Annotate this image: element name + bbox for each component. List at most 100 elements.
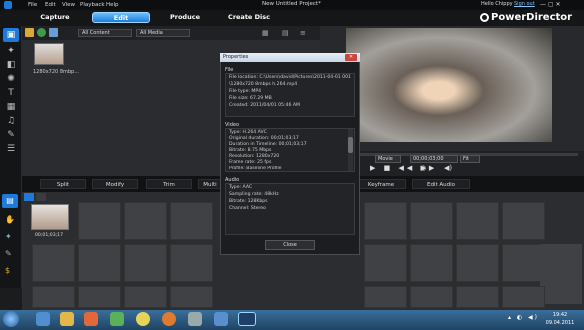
ie-taskbar-icon[interactable] <box>36 312 50 326</box>
modify-button[interactable]: Modify <box>92 179 138 189</box>
split-button[interactable]: Split <box>40 179 86 189</box>
preview-video <box>346 28 552 142</box>
close-button[interactable]: Close <box>265 240 315 250</box>
storyboard-slot[interactable] <box>456 244 499 282</box>
tab-create-disc[interactable]: Create Disc <box>225 12 273 23</box>
timecode-field[interactable]: 00;00;03;00 <box>410 155 458 163</box>
timeline-clip-label: 00;01;03;17 <box>35 233 64 238</box>
video-bitrate: Bitrate: 8.75 Mbps <box>229 148 272 153</box>
track-video-icon[interactable] <box>24 193 34 201</box>
menu-file[interactable]: File <box>28 1 37 9</box>
storyboard-slot[interactable] <box>364 286 407 308</box>
scrollbar-thumb[interactable] <box>348 137 353 153</box>
timeline-clip[interactable] <box>31 204 69 230</box>
grid-view-icon[interactable]: ▦ <box>262 29 269 37</box>
menu-edit[interactable]: Edit <box>45 1 56 9</box>
storyboard-slot[interactable] <box>540 244 582 304</box>
chrome-taskbar-icon[interactable] <box>136 312 150 326</box>
particle-room-icon[interactable]: ✺ <box>3 72 19 86</box>
storyboard-slot[interactable] <box>124 286 167 308</box>
storyboard-slot[interactable] <box>364 202 407 240</box>
firefox-taskbar-icon[interactable] <box>162 312 176 326</box>
storyboard-slot[interactable] <box>502 244 545 282</box>
user-greeting: Hello Chippy <box>481 1 513 7</box>
storyboard-slot[interactable] <box>32 286 75 308</box>
storyboard-slot[interactable] <box>410 286 453 308</box>
hand-icon[interactable]: ✋ <box>5 215 15 224</box>
menu-playback[interactable]: Playback <box>80 1 105 9</box>
storyboard-slot[interactable] <box>170 286 213 308</box>
storyboard-slot[interactable] <box>364 244 407 282</box>
audio-bitrate: Bitrate: 128Kbps <box>229 199 268 204</box>
snapshot-icon[interactable]: ◉ <box>420 164 426 172</box>
mode-select[interactable]: Movie <box>375 155 401 163</box>
storyboard-slot[interactable] <box>78 286 121 308</box>
tab-edit[interactable]: Edit <box>92 12 150 23</box>
tab-capture[interactable]: Capture <box>30 12 80 23</box>
storyboard-slot[interactable] <box>456 286 499 308</box>
download-media-icon[interactable] <box>37 28 46 37</box>
volume-icon[interactable]: ◀) <box>444 164 452 172</box>
dollar-icon[interactable]: $ <box>5 266 10 275</box>
storyboard-slot[interactable] <box>124 202 167 240</box>
video-profile: Profile: Baseline Profile <box>229 166 282 171</box>
dialog-title: Properties <box>220 53 360 62</box>
storyboard-view-icon[interactable]: ▤ <box>2 194 18 208</box>
media-room-icon[interactable]: ▣ <box>3 28 19 42</box>
magic-icon[interactable]: ✦ <box>5 232 12 241</box>
menu-view[interactable]: View <box>62 1 75 9</box>
close-icon[interactable]: ✕ <box>345 54 357 61</box>
storyboard-slot[interactable] <box>124 244 167 282</box>
storyboard-slot[interactable] <box>456 202 499 240</box>
playback-buttons[interactable]: ▶ ■ ◀◀ ▶▶ <box>370 164 437 172</box>
media-player-taskbar-icon[interactable] <box>84 312 98 326</box>
tools-icon[interactable]: ✎ <box>5 249 12 258</box>
menu-help[interactable]: Help <box>106 1 119 9</box>
storyboard-slot[interactable] <box>410 244 453 282</box>
pen-taskbar-icon[interactable] <box>188 312 202 326</box>
storyboard-slot[interactable] <box>78 202 121 240</box>
powerdirector-taskbar-icon[interactable] <box>238 312 256 326</box>
tray-clock[interactable]: 19:42 09.04.2011 <box>544 311 576 327</box>
tab-produce[interactable]: Produce <box>160 12 210 23</box>
keyframe-button[interactable]: Keyframe <box>356 179 406 189</box>
media-thumbnail[interactable] <box>34 43 64 65</box>
window-controls[interactable]: — ▢ ✕ <box>540 1 561 8</box>
storyboard-slot[interactable] <box>410 202 453 240</box>
multi-button[interactable]: Multi <box>198 179 222 189</box>
capture-icon[interactable] <box>49 28 58 37</box>
storyboard-slot[interactable] <box>170 202 213 240</box>
storyboard-slot[interactable] <box>32 244 75 282</box>
fit-select[interactable]: Fit <box>460 155 480 163</box>
trim-button[interactable]: Trim <box>146 179 192 189</box>
track-audio-icon[interactable] <box>36 193 46 201</box>
chapter-room-icon[interactable]: ☰ <box>3 142 19 156</box>
app-taskbar-icon[interactable] <box>110 312 124 326</box>
import-media-icon[interactable] <box>25 28 34 37</box>
storyboard-slot[interactable] <box>502 202 545 240</box>
voice-over-icon[interactable]: ✎ <box>3 128 19 142</box>
tray-icons[interactable]: ▴ ◐ ◀) <box>508 314 539 321</box>
title-room-icon[interactable]: T <box>3 86 19 100</box>
edit-audio-button[interactable]: Edit Audio <box>412 179 470 189</box>
paint-taskbar-icon[interactable] <box>214 312 228 326</box>
tray-date: 09.04.2011 <box>545 320 575 326</box>
menu-icon[interactable]: ≡ <box>300 29 306 37</box>
video-frame-rate: Frame rate: 25 fps <box>229 160 272 165</box>
pip-room-icon[interactable]: ◧ <box>3 58 19 72</box>
storyboard-slot[interactable] <box>170 244 213 282</box>
audio-mixing-icon[interactable]: ♫ <box>3 114 19 128</box>
storyboard-slot[interactable] <box>78 244 121 282</box>
storyboard-slot[interactable] <box>502 286 545 308</box>
window-title: New Untitled Project* <box>262 1 321 7</box>
app-brand: PowerDirector <box>491 12 573 23</box>
folder-icon[interactable]: ▤ <box>282 29 289 37</box>
transition-room-icon[interactable]: ▦ <box>3 100 19 114</box>
powerdirector-logo-icon <box>480 13 489 22</box>
explorer-taskbar-icon[interactable] <box>60 312 74 326</box>
effect-room-icon[interactable]: ✦ <box>3 44 19 58</box>
sign-out-link[interactable]: Sign out <box>514 1 535 7</box>
media-filter-select[interactable]: All Media <box>136 29 190 37</box>
start-button-icon[interactable] <box>3 311 19 327</box>
content-filter-select[interactable]: All Content <box>78 29 132 37</box>
